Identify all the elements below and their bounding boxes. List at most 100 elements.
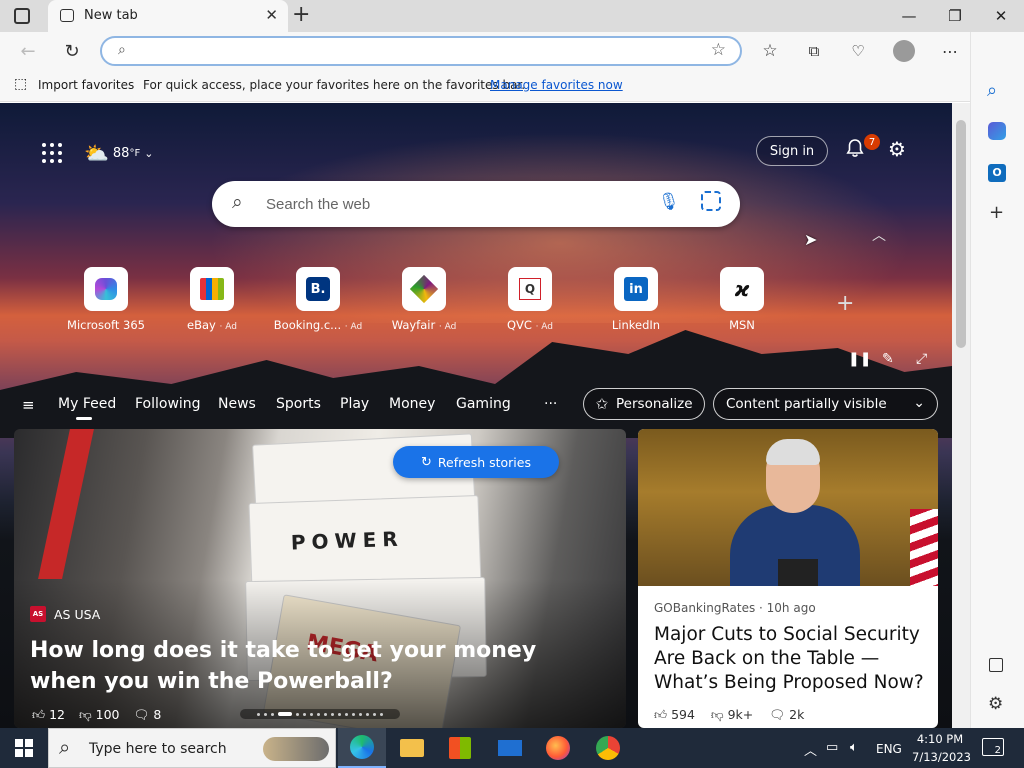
comments-button[interactable]: 🗨︎ 8 xyxy=(134,707,162,723)
minimize-button[interactable]: — xyxy=(886,0,932,32)
sparkle-star-icon: ✩ xyxy=(595,395,609,413)
tab-play[interactable]: Play xyxy=(340,396,369,412)
dislike-button[interactable]: 👎︎ 9k+ xyxy=(711,707,753,723)
taskbar-mail-icon[interactable] xyxy=(486,728,534,768)
personalize-button[interactable]: ✩ Personalize xyxy=(583,388,705,420)
comments-button[interactable]: 🗨︎ 2k xyxy=(769,707,804,723)
favorites-icon[interactable]: ☆ xyxy=(754,36,786,66)
hide-sidebar-icon[interactable] xyxy=(989,658,1003,672)
network-icon[interactable]: ▭ xyxy=(826,740,838,755)
page-settings-gear-icon[interactable]: ⚙ xyxy=(888,137,906,161)
taskbar-store-icon[interactable] xyxy=(436,728,484,768)
language-indicator[interactable]: ENG xyxy=(876,742,902,756)
show-hidden-icons[interactable]: ︿ xyxy=(804,740,817,759)
back-button[interactable]: ← xyxy=(12,36,44,66)
sign-in-button[interactable]: Sign in xyxy=(756,136,828,166)
restore-button[interactable]: ❐ xyxy=(932,0,978,32)
dislike-button[interactable]: 👎︎ 100 xyxy=(79,707,120,723)
msn-butterfly-icon: ϰ xyxy=(720,267,764,311)
quick-link-linkedin[interactable]: in LinkedIn xyxy=(586,267,686,332)
more-tabs-button[interactable]: ··· xyxy=(544,396,557,412)
apps-grid-icon[interactable] xyxy=(40,141,64,165)
tab-gaming[interactable]: Gaming xyxy=(456,396,511,412)
close-tab-icon[interactable]: ✕ xyxy=(265,6,278,24)
quick-link-msn[interactable]: ϰ MSN xyxy=(692,267,792,332)
profile-avatar[interactable] xyxy=(893,40,915,62)
new-tab-button[interactable]: + xyxy=(292,2,310,27)
sidebar-settings-icon[interactable]: ⚙ xyxy=(988,694,1003,714)
flag xyxy=(910,509,938,586)
quick-link-label: LinkedIn xyxy=(611,318,661,332)
refresh-button[interactable]: ↻ xyxy=(56,36,88,66)
quick-link-qvc[interactable]: Q QVC · Ad xyxy=(480,267,580,332)
edit-background-icon[interactable]: ✎ xyxy=(882,351,894,367)
collapse-caret-icon[interactable]: ︿ xyxy=(872,225,886,245)
address-input[interactable] xyxy=(146,42,686,60)
like-button[interactable]: 👍︎ 594 xyxy=(654,707,695,723)
taskbar-search-box[interactable]: ⌕ Type here to search xyxy=(48,728,336,768)
add-quick-link-icon[interactable]: + xyxy=(836,291,854,316)
manage-favorites-link[interactable]: Manage favorites now xyxy=(490,78,623,92)
tab-new-tab[interactable]: New tab ✕ xyxy=(48,0,288,32)
visual-search-icon[interactable] xyxy=(701,191,721,211)
notification-center-button[interactable]: 2 xyxy=(982,738,1004,756)
taskbar-search-placeholder: Type here to search xyxy=(89,741,227,757)
story-photo xyxy=(638,429,938,586)
web-search-box[interactable]: ⌕ 🎙 xyxy=(212,181,740,227)
tab-actions-icon[interactable] xyxy=(14,8,30,24)
quick-link-microsoft-365[interactable]: Microsoft 365 xyxy=(56,267,156,332)
qvc-icon: Q xyxy=(508,267,552,311)
favorite-star-icon[interactable]: ☆ xyxy=(711,40,726,60)
quick-link-booking[interactable]: B. Booking.c... · Ad xyxy=(268,267,368,332)
volume-muted-icon[interactable]: 🔈︎ xyxy=(850,740,858,755)
story-title[interactable]: How long does it take to get your money … xyxy=(30,635,610,697)
pause-background-icon[interactable]: ❚❚ xyxy=(848,351,871,367)
settings-more-icon[interactable]: ⋯ xyxy=(934,36,966,66)
search-icon: ⌕ xyxy=(232,191,243,213)
red-ribbon xyxy=(38,429,94,579)
notification-bell-icon[interactable] xyxy=(844,137,866,163)
collections-icon[interactable]: ⧉ xyxy=(798,36,830,66)
content-visibility-dropdown[interactable]: Content partially visible ⌄ xyxy=(713,388,938,420)
windows-logo-icon xyxy=(15,739,33,757)
address-bar[interactable]: ⌕ ☆ xyxy=(100,36,742,66)
story-title[interactable]: Major Cuts to Social Security Are Back o… xyxy=(654,623,930,695)
expand-icon[interactable]: ⤢ xyxy=(916,351,927,367)
close-window-button[interactable]: ✕ xyxy=(978,0,1024,32)
search-icon[interactable]: ⌕ xyxy=(987,80,997,101)
add-sidebar-app-icon[interactable]: + xyxy=(989,202,1004,223)
taskbar-firefox-icon[interactable] xyxy=(534,728,582,768)
like-button[interactable]: 👍︎ 12 xyxy=(32,707,65,723)
microphone-icon[interactable]: 🎙 xyxy=(658,192,680,212)
browser-essentials-icon[interactable]: ♡ xyxy=(842,36,874,66)
weather-widget[interactable]: ⛅ 88 °F ⌄ xyxy=(84,141,153,165)
as-usa-logo-icon: AS xyxy=(30,606,46,622)
start-button[interactable] xyxy=(0,728,48,768)
quick-link-wayfair[interactable]: Wayfair · Ad xyxy=(374,267,474,332)
taskbar-edge-icon[interactable] xyxy=(338,728,386,768)
story-card[interactable]: GOBankingRates · 10h ago Major Cuts to S… xyxy=(638,429,938,728)
quick-link-ebay[interactable]: eBay · Ad xyxy=(162,267,262,332)
tab-news[interactable]: News xyxy=(218,396,256,412)
feed-menu-icon[interactable]: ≡ xyxy=(22,396,35,414)
tab-following[interactable]: Following xyxy=(135,396,201,412)
scrollbar-thumb[interactable] xyxy=(956,120,966,348)
outlook-icon[interactable]: O xyxy=(988,164,1006,182)
quick-link-label: Booking.c... xyxy=(273,318,342,332)
office-icon[interactable] xyxy=(988,122,1006,140)
taskbar-chrome-icon[interactable] xyxy=(584,728,632,768)
web-search-input[interactable] xyxy=(266,194,626,214)
carousel-dots[interactable] xyxy=(240,709,400,719)
tab-sports[interactable]: Sports xyxy=(276,396,321,412)
import-favorites-icon[interactable]: ⬚ xyxy=(14,76,27,92)
notification-count-badge: 7 xyxy=(864,134,880,150)
clock[interactable]: 4:10 PM 7/13/2023 xyxy=(912,730,971,766)
tab-page-icon xyxy=(60,9,74,22)
tab-money[interactable]: Money xyxy=(389,396,435,412)
story-reactions: 👍︎ 594 👎︎ 9k+ 🗨︎ 2k xyxy=(654,707,804,723)
personalize-label: Personalize xyxy=(616,396,693,412)
import-favorites-link[interactable]: Import favorites xyxy=(38,78,134,92)
refresh-stories-button[interactable]: ↻ Refresh stories xyxy=(393,446,559,478)
tab-my-feed[interactable]: My Feed xyxy=(58,396,116,420)
taskbar-file-explorer-icon[interactable] xyxy=(388,728,436,768)
